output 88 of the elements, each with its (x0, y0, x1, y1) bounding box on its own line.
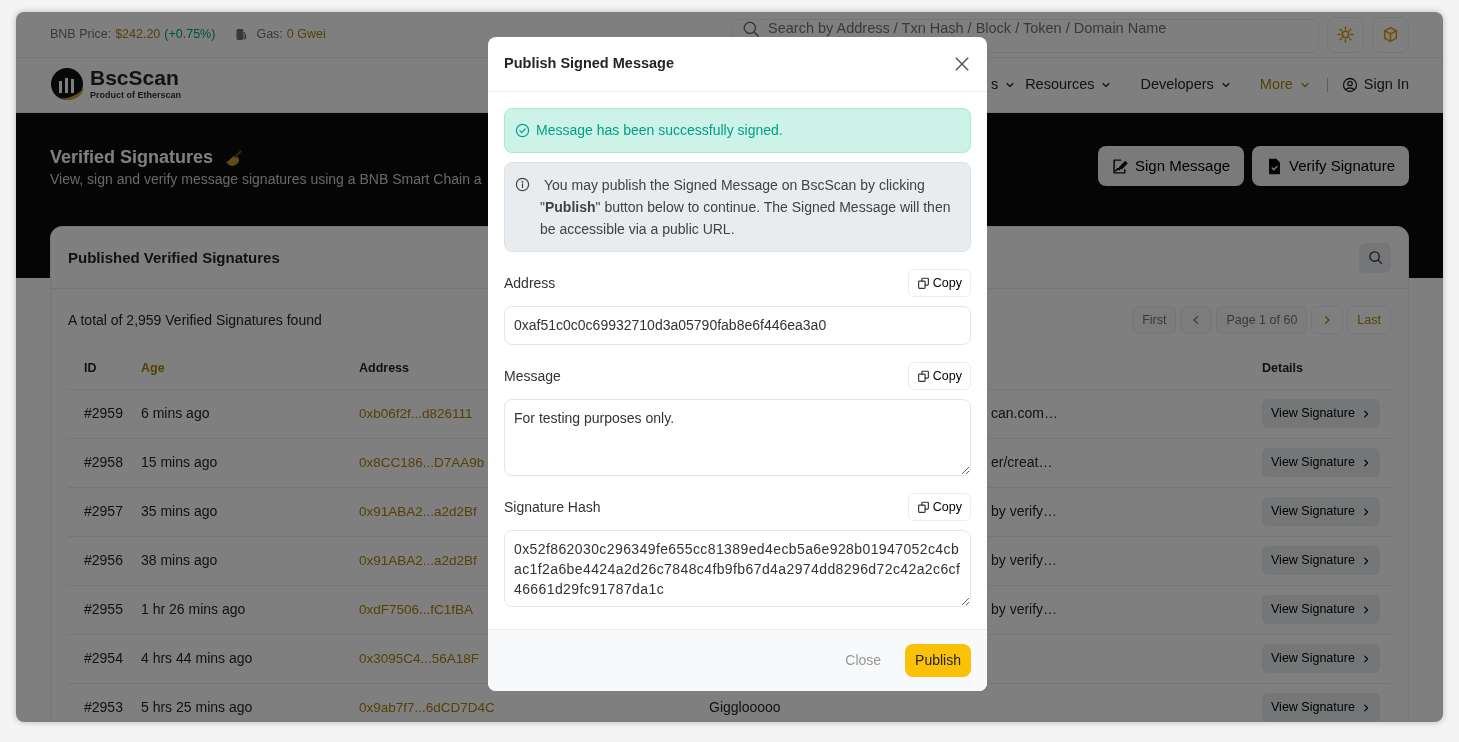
copy-button[interactable]: Copy (907, 269, 971, 297)
table-cell: 5 hrs 25 mins ago (141, 699, 253, 715)
column-header: ID (68, 348, 141, 389)
view-signature-button[interactable]: View Signature (1262, 595, 1380, 624)
table-cell: 1 hr 26 mins ago (141, 601, 246, 617)
field-label: Signature Hash (504, 497, 601, 517)
table-cell: #2955 (84, 601, 123, 617)
table-cell: 4 hrs 44 mins ago (141, 650, 253, 666)
table-cell: 38 mins ago (141, 552, 218, 568)
view-signature-button[interactable]: View Signature (1262, 546, 1380, 575)
info-icon (515, 177, 530, 192)
price-label: BNB Price: (50, 26, 112, 44)
view-signature-button[interactable]: View Signature (1262, 448, 1380, 477)
nav-menu[interactable]: Resources (1025, 74, 1113, 96)
table-cell-text: Gigglooooo (709, 698, 781, 717)
close-button[interactable] (953, 55, 971, 73)
nav-menu[interactable]: Developers (1140, 74, 1232, 96)
signature-hash-field[interactable]: 0x52f862030c296349fe655cc81389ed4ecb5a6e928b01947052c4cbac1f2a6be4424a2d26c7848c4fb9fb67d4a2974dd8296d72c42a2c6cf46661d29fc91787da1c (504, 530, 971, 607)
check-circle-icon (515, 123, 530, 138)
page-title: Verified Signatures (50, 147, 214, 169)
page-button[interactable]: Last (1347, 306, 1391, 334)
page-subtitle: View, sign and verify message signatures using a BNB Smart Chain a (50, 169, 482, 189)
table-cell: #2958 (84, 454, 123, 470)
price-value: $242.20 (115, 26, 161, 44)
close-dialog-button[interactable]: Close (839, 649, 888, 672)
table-cell: #2957 (84, 503, 123, 519)
address-link[interactable]: 0x3095C4...56A18F (359, 650, 480, 666)
table-cell: #2956 (84, 552, 123, 568)
gas-value: 0 Gwei (286, 26, 326, 44)
search-icon (742, 19, 760, 38)
next-page-button[interactable] (1311, 306, 1344, 334)
address-link[interactable]: 0x9ab7f7...6dCD7D4C (359, 699, 495, 715)
table-cell: 15 mins ago (141, 454, 218, 470)
view-signature-button[interactable]: View Signature (1262, 399, 1380, 428)
address-link[interactable]: 0xb06f2f...d826111 (359, 405, 473, 421)
sign-message-button[interactable]: Sign Message (1098, 146, 1245, 186)
table-cell-text: er/creat… (991, 453, 1053, 472)
card-title: Published Verified Signatures (68, 248, 280, 267)
sign-in-link[interactable]: Sign In (1341, 74, 1409, 96)
view-signature-button[interactable]: View Signature (1262, 497, 1380, 526)
verify-signature-button[interactable]: Verify Signature (1252, 146, 1409, 186)
logo-icon (50, 67, 86, 103)
table-cell: #2954 (84, 650, 123, 666)
sun-icon (1337, 26, 1354, 43)
results-count: A total of 2,959 Verified Signatures found (68, 310, 322, 330)
theme-toggle-button[interactable] (1327, 16, 1364, 53)
price-change: (+0.75%) (164, 26, 216, 44)
address-link[interactable]: 0x8CC186...D7AA9b (359, 454, 485, 470)
copy-icon (916, 369, 930, 383)
success-alert: Message has been successfully signed. (504, 108, 971, 153)
message-field[interactable]: For testing purposes only. (504, 399, 971, 476)
address-link[interactable]: 0x91ABA2...a2d2Bf (359, 503, 477, 519)
gas-pump-icon (235, 28, 249, 41)
table-cell-text: can.com… (991, 404, 1058, 423)
table-cell: 6 mins ago (141, 405, 210, 421)
user-icon (1341, 77, 1358, 93)
publish-button[interactable]: Publish (905, 644, 971, 677)
table-cell: 35 mins ago (141, 503, 218, 519)
brand-tagline: Product of Etherscan (90, 89, 181, 103)
search-icon (1367, 250, 1383, 265)
nav-menu[interactable]: More (1259, 74, 1311, 96)
nav-menu[interactable]: s (990, 74, 1017, 96)
table-cell-text: by verify… (991, 551, 1058, 570)
gas-label: Gas: (256, 26, 283, 44)
field-label: Message (504, 366, 561, 386)
column-header: Age (141, 348, 359, 389)
copy-icon (916, 276, 930, 290)
address-link[interactable]: 0xdF7506...fC1fBA (359, 601, 474, 617)
table-cell-text: by verify… (991, 600, 1058, 619)
address-field[interactable]: 0xaf51c0c0c69932710d3a05790fab8e6f446ea3a0 (504, 306, 971, 345)
table-cell-text: by verify… (991, 502, 1058, 521)
column-header: Details (1262, 348, 1391, 389)
view-signature-button[interactable]: View Signature (1262, 644, 1380, 673)
network-button[interactable] (1372, 16, 1409, 53)
search-button[interactable] (1359, 242, 1391, 273)
copy-button[interactable]: Copy (907, 493, 971, 521)
copy-button[interactable]: Copy (907, 362, 971, 390)
table-cell: #2959 (84, 405, 123, 421)
cube-icon (1382, 26, 1399, 43)
info-text: You may publish the Signed Message on BscScan by clicking "Publish" button below to continue. The Signed Message will then be accessible via a public URL. (540, 176, 952, 239)
field-label: Address (504, 273, 556, 293)
table-cell: #2953 (84, 699, 123, 715)
dialog-title: Publish Signed Message (504, 55, 674, 73)
pen-icon (1112, 157, 1130, 175)
address-link[interactable]: 0x91ABA2...a2d2Bf (359, 552, 477, 568)
view-signature-button[interactable]: View Signature (1262, 693, 1380, 722)
brand-name: BscScan (90, 67, 180, 90)
copy-icon (916, 500, 930, 514)
